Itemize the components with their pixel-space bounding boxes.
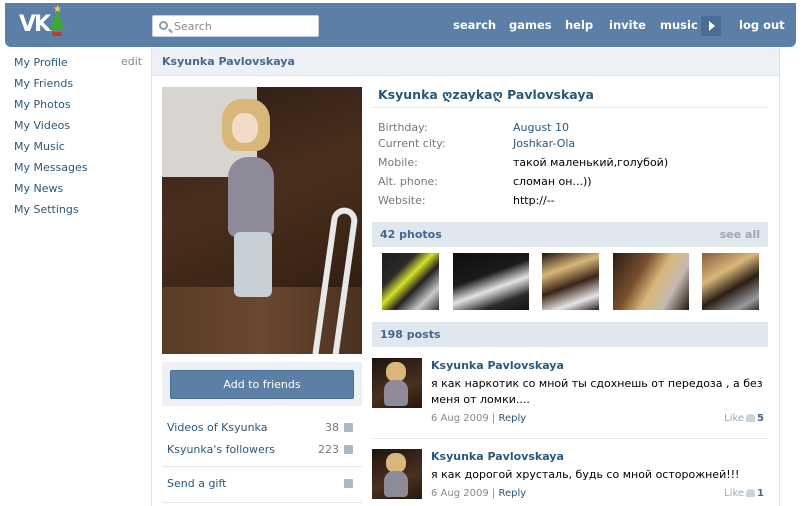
- star-icon: ★: [53, 4, 62, 15]
- reply-link[interactable]: Reply: [498, 413, 526, 424]
- divider: [162, 502, 362, 503]
- send-gift-label: Send a gift: [167, 477, 227, 490]
- mobile-value: такой маленький,голубой): [513, 156, 669, 169]
- website-label: Website:: [378, 194, 426, 207]
- add-to-friends-button[interactable]: Add to friends: [170, 370, 354, 399]
- birthday-label: Birthday:: [378, 121, 428, 134]
- city-value[interactable]: Joshkar-Ola: [513, 137, 575, 150]
- post-meta: 6 Aug 2009 | Reply: [431, 488, 526, 499]
- see-all-link[interactable]: see all: [720, 228, 760, 241]
- music-play-icon[interactable]: [701, 16, 721, 36]
- alt-phone-value: сломан он...)): [513, 175, 592, 188]
- like-button[interactable]: Like 1: [724, 488, 764, 499]
- photo-body: [228, 157, 274, 237]
- menu-my-settings[interactable]: My Settings: [14, 202, 140, 223]
- posts-count: 198 posts: [380, 328, 441, 341]
- meta-separator: |: [491, 488, 496, 499]
- top-header: VK ★ search games help invite music log …: [5, 3, 796, 47]
- divider: [162, 466, 362, 467]
- film-icon: [344, 423, 353, 432]
- photos-section-header[interactable]: 42 photos see all: [372, 222, 768, 247]
- menu-my-news[interactable]: My News: [14, 181, 140, 202]
- like-label: Like: [724, 413, 745, 424]
- edit-profile-link[interactable]: edit: [121, 55, 142, 68]
- photo-thumbnail[interactable]: [453, 253, 529, 310]
- post-author-avatar[interactable]: [372, 358, 422, 408]
- post-text: я как дорогой хрусталь, будь со мной ост…: [431, 468, 740, 481]
- birthday-value[interactable]: August 10: [513, 121, 569, 134]
- search-input[interactable]: [174, 18, 314, 34]
- videos-link-label: Videos of Ksyunka: [167, 421, 268, 434]
- photo-thumbnail[interactable]: [702, 253, 759, 310]
- city-label: Current city:: [378, 137, 446, 150]
- like-count: 1: [757, 488, 764, 499]
- nav-games[interactable]: games: [509, 18, 552, 32]
- heart-icon: [746, 489, 756, 497]
- videos-count: 38: [325, 421, 339, 434]
- search-box[interactable]: [152, 15, 319, 37]
- alt-phone-label: Alt. phone:: [378, 175, 439, 188]
- post-text: я как наркотик со мной ты сдохнешь от пе…: [431, 377, 763, 406]
- meta-separator: |: [491, 413, 496, 424]
- photo-thumbnail[interactable]: [382, 253, 439, 310]
- photo-thumbnail[interactable]: [542, 253, 599, 310]
- avatar-hair: [386, 453, 406, 473]
- videos-link[interactable]: Videos of Ksyunka 38: [167, 421, 357, 439]
- divider: [372, 107, 768, 108]
- post-date[interactable]: 6 Aug 2009: [431, 488, 489, 499]
- people-icon: [344, 445, 353, 454]
- left-menu: edit My Profile My Friends My Photos My …: [14, 55, 142, 223]
- post-author[interactable]: Ksyunka Pavlovskaya: [431, 359, 564, 372]
- like-count: 5: [757, 413, 764, 424]
- avatar-hair: [386, 362, 406, 382]
- nav-logout[interactable]: log out: [739, 18, 785, 32]
- photo-legs: [234, 232, 272, 297]
- post-meta: 6 Aug 2009 | Reply: [431, 413, 526, 424]
- photo-thumbnail[interactable]: [613, 253, 689, 310]
- ornament-icon: [52, 32, 62, 36]
- followers-link-label: Ksyunka's followers: [167, 443, 276, 456]
- logo-text: VK: [19, 12, 51, 37]
- photos-count: 42 photos: [380, 228, 442, 241]
- like-button[interactable]: Like 5: [724, 413, 764, 424]
- divider: [372, 438, 768, 439]
- nav-search[interactable]: search: [453, 18, 496, 32]
- profile-photo[interactable]: [162, 87, 362, 354]
- gift-icon: [344, 479, 353, 488]
- heart-icon: [746, 414, 756, 422]
- followers-count: 223: [318, 443, 339, 456]
- nav-help[interactable]: help: [565, 18, 593, 32]
- like-label: Like: [724, 488, 745, 499]
- posts-section-header[interactable]: 198 posts: [372, 322, 768, 347]
- nav-music[interactable]: music: [660, 18, 698, 32]
- avatar-body: [384, 471, 408, 497]
- reply-link[interactable]: Reply: [498, 488, 526, 499]
- photo-face: [232, 113, 258, 143]
- post-author-avatar[interactable]: [372, 449, 422, 499]
- page-title-bar: Ksyunka Pavlovskaya: [152, 48, 779, 76]
- send-gift-link[interactable]: Send a gift: [167, 477, 357, 495]
- post-date[interactable]: 6 Aug 2009: [431, 413, 489, 424]
- menu-my-friends[interactable]: My Friends: [14, 76, 140, 97]
- nav-invite[interactable]: invite: [609, 18, 646, 32]
- avatar-body: [384, 380, 408, 406]
- page-title: Ksyunka Pavlovskaya: [162, 55, 295, 68]
- vk-logo[interactable]: VK ★: [19, 4, 71, 40]
- followers-link[interactable]: Ksyunka's followers 223: [167, 443, 357, 461]
- profile-full-name: Ksyunka ღzaykaღ Pavlovskaya: [378, 87, 594, 102]
- post-author[interactable]: Ksyunka Pavlovskaya: [431, 450, 564, 463]
- menu-my-videos[interactable]: My Videos: [14, 118, 140, 139]
- menu-my-music[interactable]: My Music: [14, 139, 140, 160]
- mobile-label: Mobile:: [378, 156, 418, 169]
- search-icon: [159, 21, 168, 30]
- website-value: http://--: [513, 194, 555, 207]
- menu-my-photos[interactable]: My Photos: [14, 97, 140, 118]
- menu-my-messages[interactable]: My Messages: [14, 160, 140, 181]
